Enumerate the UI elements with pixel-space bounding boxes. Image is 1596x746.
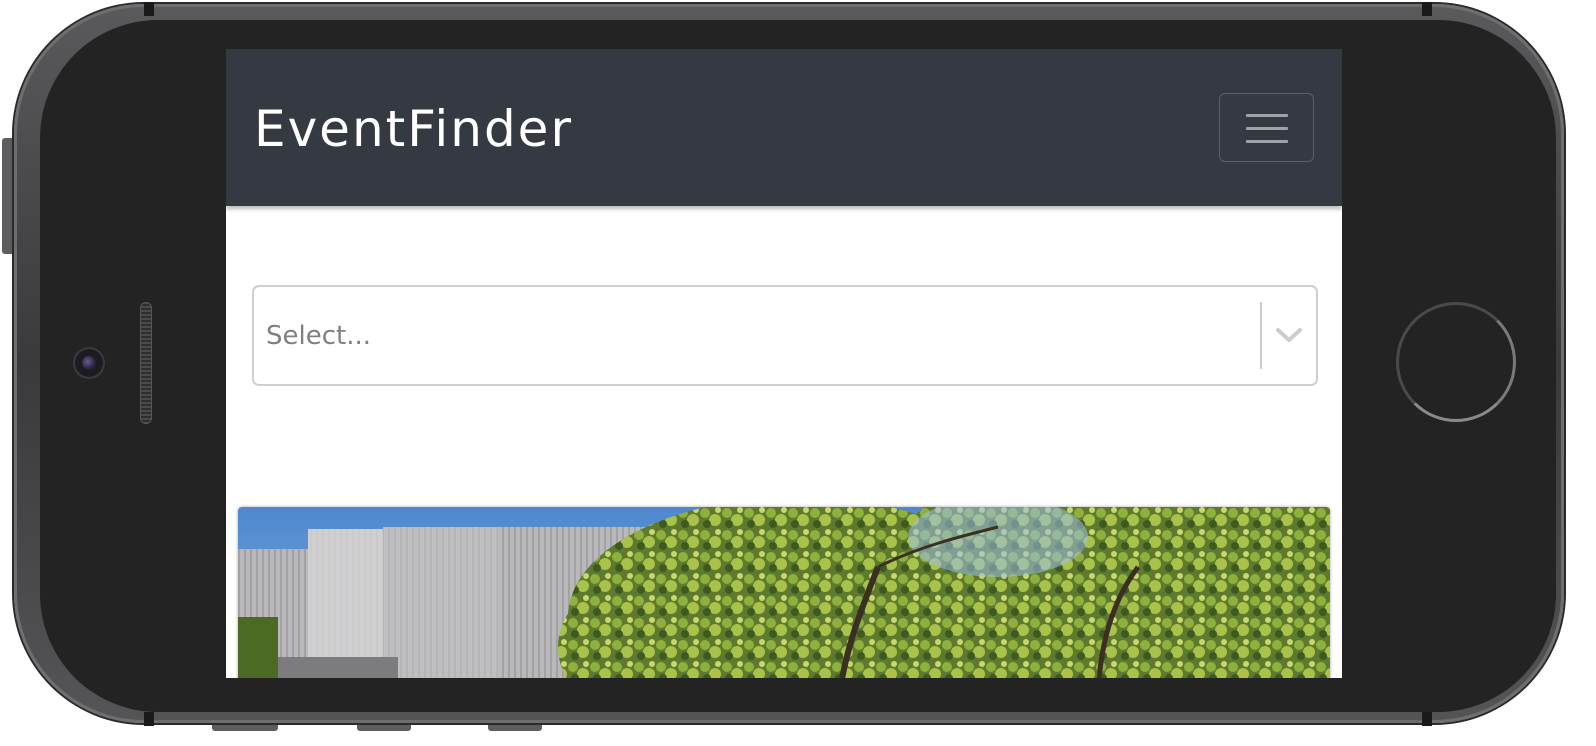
navbar: EventFinder	[226, 49, 1342, 206]
home-button[interactable]	[1396, 302, 1516, 422]
volume-up-button	[357, 722, 411, 731]
event-venue-photo	[238, 507, 1330, 678]
indicator-separator	[1260, 302, 1262, 369]
antenna-band	[1422, 712, 1432, 726]
select-placeholder: Select...	[266, 321, 372, 351]
antenna-band	[1422, 2, 1432, 16]
chevron-down-icon[interactable]	[1272, 320, 1306, 350]
antenna-band	[144, 2, 154, 16]
volume-button	[2, 138, 14, 254]
earpiece-speaker	[140, 302, 152, 424]
device-stage: EventFinder Select...	[0, 0, 1596, 746]
volume-down-button	[488, 722, 542, 731]
event-card-image[interactable]	[238, 507, 1330, 678]
event-select-dropdown[interactable]: Select...	[252, 285, 1318, 386]
phone-screen: EventFinder Select...	[226, 49, 1342, 678]
brand-logo[interactable]: EventFinder	[254, 97, 573, 161]
power-button	[212, 722, 278, 731]
front-camera-icon	[73, 347, 105, 379]
navbar-toggle-button[interactable]	[1219, 93, 1314, 162]
antenna-band	[144, 712, 154, 726]
